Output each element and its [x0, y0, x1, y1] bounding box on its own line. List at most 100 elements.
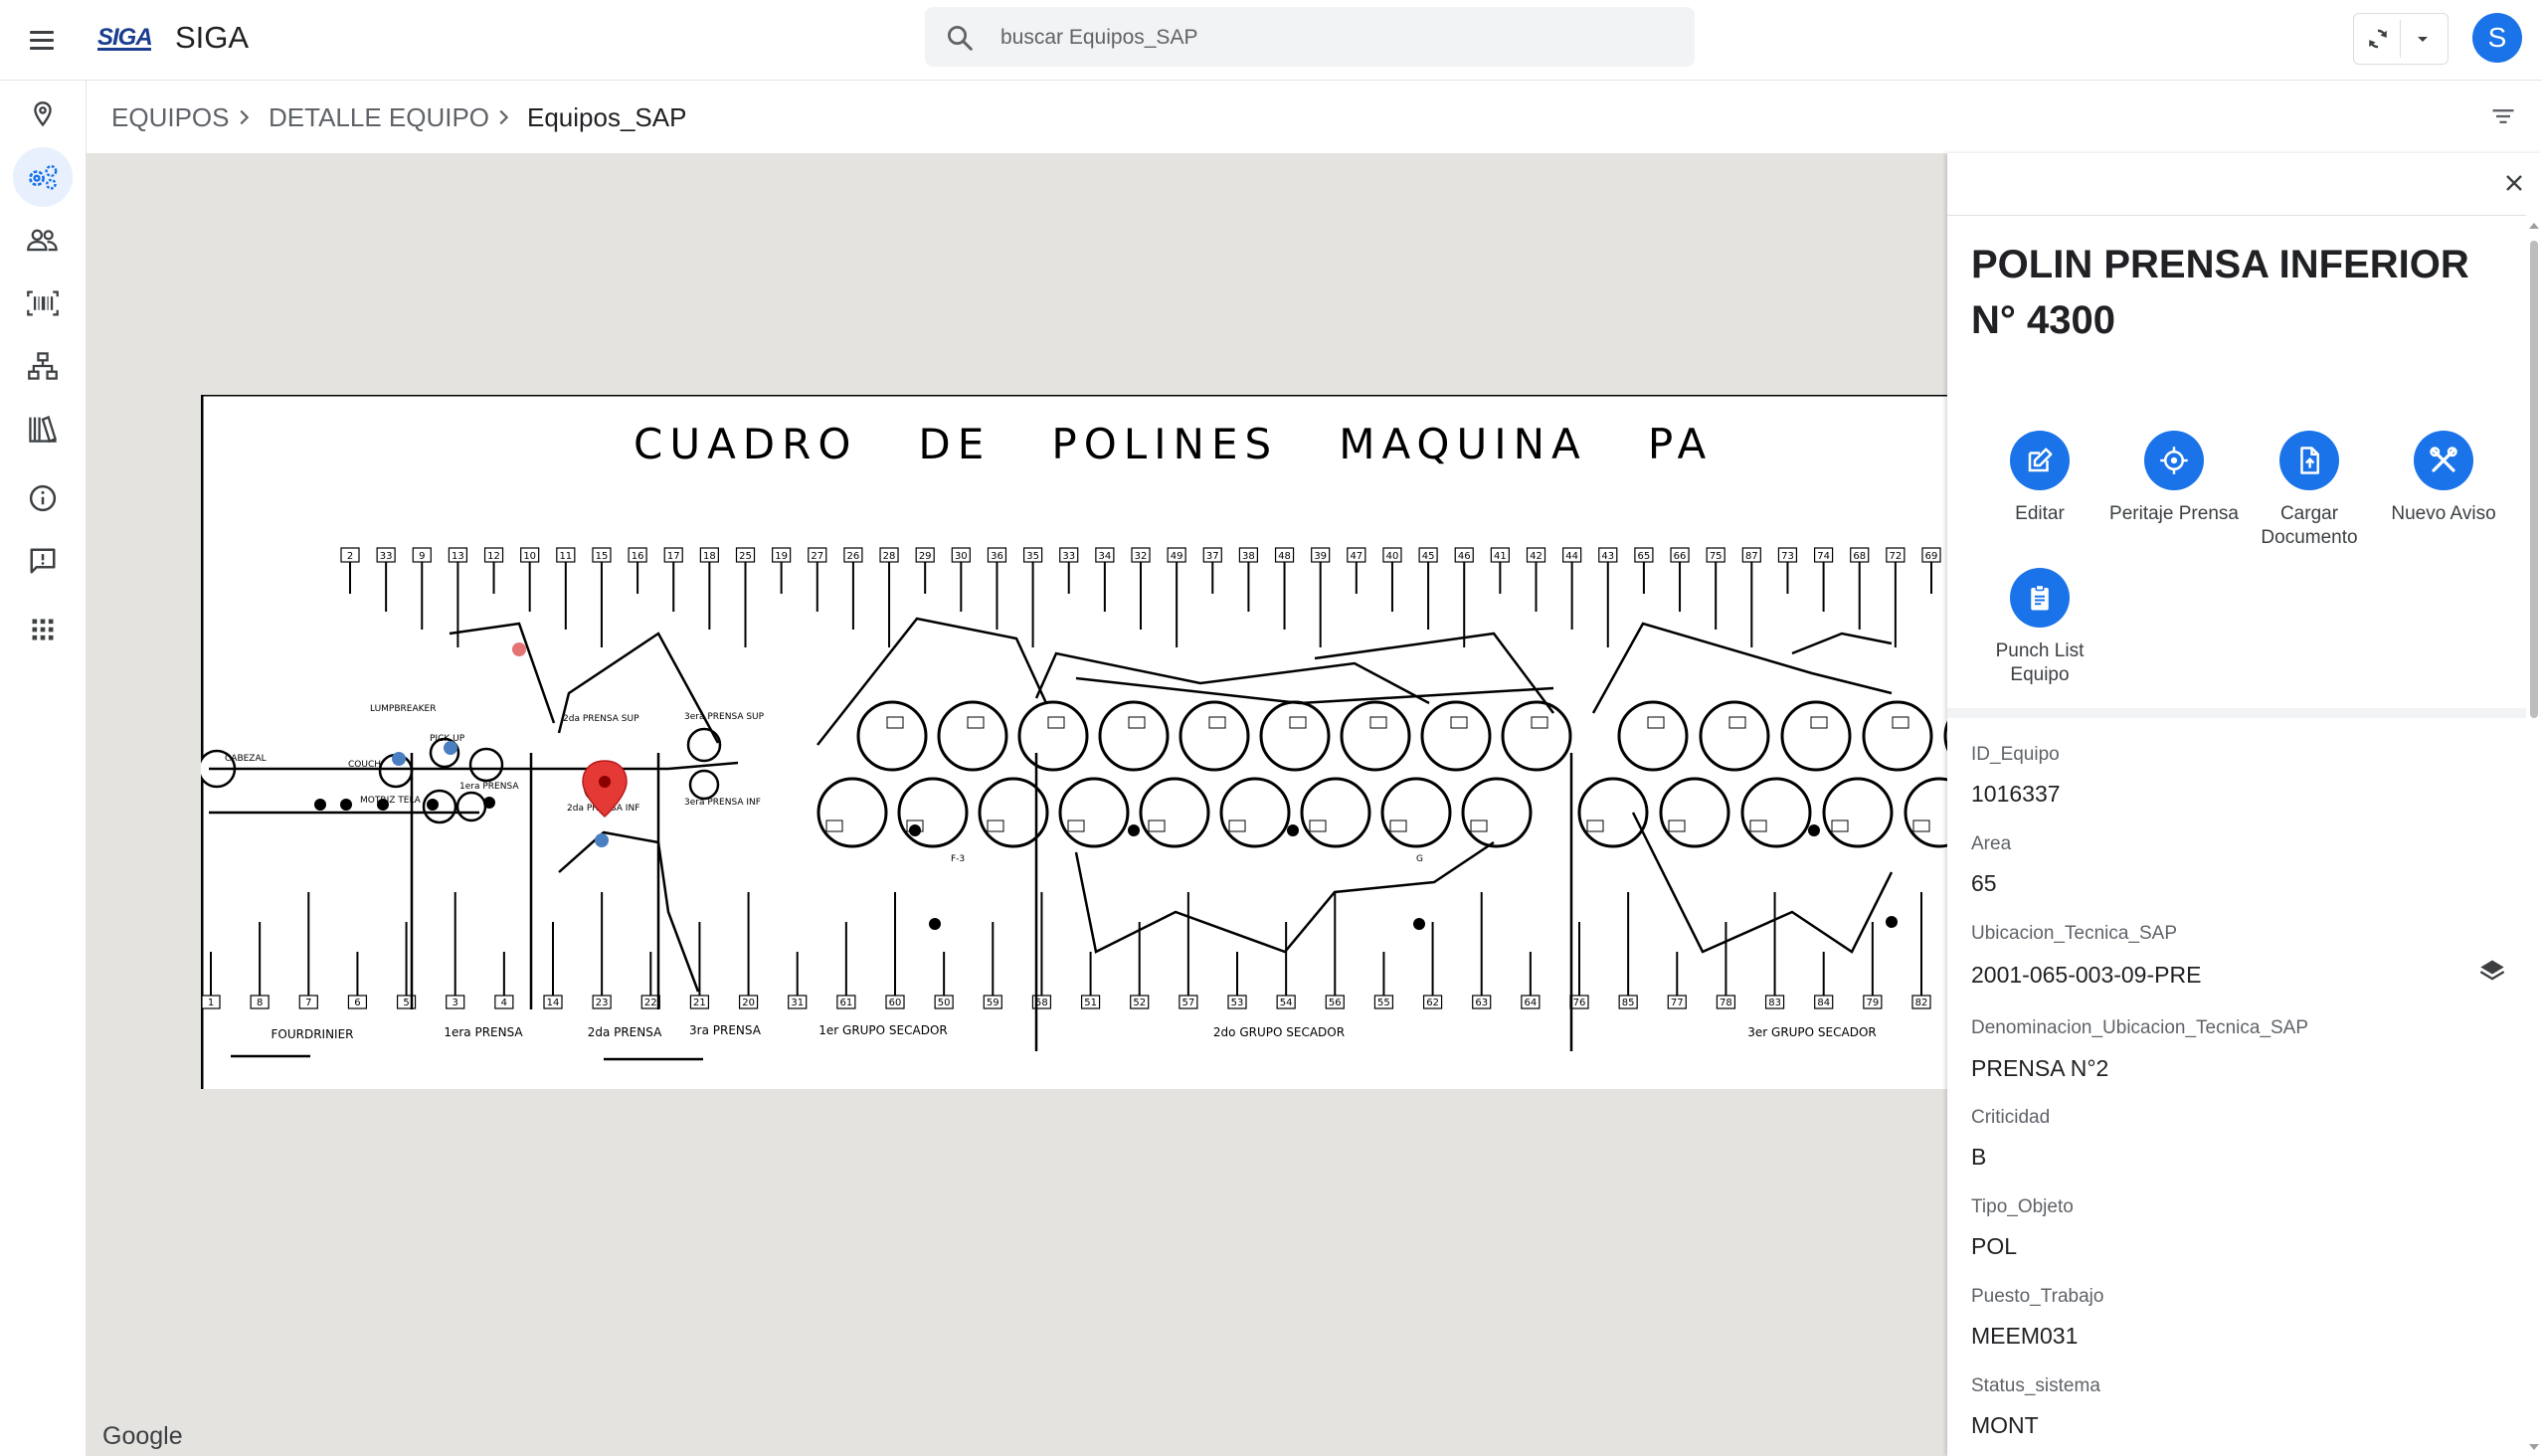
gears-icon	[29, 165, 58, 190]
svg-text:11: 11	[559, 551, 572, 562]
dryer-tag	[1892, 716, 1909, 729]
svg-text:5: 5	[403, 998, 409, 1008]
cargar-documento-button[interactable]: Cargar Documento	[2240, 431, 2379, 550]
press-roll	[688, 769, 720, 801]
svg-text:38: 38	[1242, 551, 1255, 562]
roll-number-tag: 49	[1167, 547, 1186, 647]
dryer-tag	[1389, 819, 1407, 832]
tools-icon	[2414, 431, 2473, 490]
svg-text:26: 26	[847, 551, 860, 562]
svg-text:27: 27	[811, 551, 823, 562]
roll-number-tag: 56	[1325, 892, 1345, 1009]
dryer-tag	[1289, 716, 1307, 729]
equipment-marker[interactable]	[444, 741, 457, 755]
roll-number-tag: 19	[772, 547, 792, 594]
breadcrumb-detalle-equipo[interactable]: DETALLE EQUIPO	[269, 102, 489, 133]
roll-number-tag: 50	[934, 952, 954, 1009]
roll-number-tag: 78	[1716, 922, 1736, 1009]
dryer-roll	[856, 700, 928, 772]
roll-number-tag: 84	[1814, 952, 1834, 1009]
dryer-tag	[1047, 716, 1065, 729]
svg-text:85: 85	[1622, 998, 1635, 1008]
nav-barcode[interactable]	[13, 273, 73, 333]
chevron-right-icon	[499, 109, 509, 125]
svg-text:75: 75	[1710, 551, 1723, 562]
svg-text:6: 6	[354, 998, 360, 1008]
menu-icon[interactable]	[20, 18, 64, 62]
nav-users[interactable]	[13, 211, 73, 271]
dryer-roll	[897, 777, 969, 848]
avatar[interactable]: S	[2472, 13, 2522, 63]
equipment-marker[interactable]	[595, 833, 609, 847]
roll-number-tag: 44	[1562, 547, 1582, 630]
equipment-marker[interactable]	[392, 752, 406, 766]
dryer-roll	[1577, 777, 1649, 848]
roll-number-tag: 41	[1490, 547, 1510, 594]
svg-text:16: 16	[632, 551, 644, 562]
roll-number-tag: 48	[1274, 547, 1295, 630]
nav-map[interactable]	[13, 85, 73, 144]
svg-text:39: 39	[1314, 551, 1327, 562]
panel-scrollbar[interactable]	[2526, 221, 2542, 1456]
roll-number-tag: 60	[885, 892, 905, 1009]
layers-icon[interactable]	[2478, 957, 2506, 985]
punch-list-equipo-button[interactable]: Punch List Equipo	[1970, 568, 2109, 687]
nav-hierarchy[interactable]	[13, 336, 73, 396]
scroll-thumb[interactable]	[2530, 241, 2538, 718]
scroll-down-icon[interactable]	[2528, 1442, 2540, 1452]
roll-number-tag: 35	[1022, 547, 1043, 647]
polines-diagram[interactable]: CUADRO DE POLINES MAQUINA PA 2 33 9 13 12 10 1…	[201, 395, 1947, 1089]
dryer-roll	[1822, 777, 1894, 848]
dryer-roll	[1380, 777, 1452, 848]
dryer-tag	[1531, 716, 1548, 729]
nav-equipos[interactable]	[13, 147, 73, 207]
app-title: SIGA	[175, 20, 250, 55]
nav-library[interactable]	[13, 399, 73, 458]
roll-number-tag: 53	[1227, 952, 1247, 1009]
roll-number-tag: 9	[412, 547, 432, 630]
equipment-marker[interactable]	[512, 642, 526, 656]
logo-underline	[97, 48, 151, 51]
dryer-roll	[1340, 700, 1411, 772]
field-label: Puesto_Trabajo	[1971, 1286, 2104, 1307]
field-value: B	[1971, 1144, 1987, 1170]
roll-number-tag: 62	[1422, 922, 1443, 1009]
nav-feedback[interactable]	[13, 531, 73, 591]
dryer-roll	[1058, 777, 1130, 848]
roll-number-tag: 64	[1521, 952, 1541, 1009]
roll-number-tag: 37	[1202, 547, 1222, 594]
nav-apps[interactable]	[13, 600, 73, 659]
dryer-tag	[1228, 819, 1246, 832]
editar-button[interactable]: Editar	[1970, 431, 2109, 526]
svg-text:18: 18	[703, 551, 716, 562]
field-label: Ubicacion_Tecnica_SAP	[1971, 923, 2178, 944]
roll-number-tag: 31	[788, 952, 808, 1009]
hierarchy-icon	[28, 352, 58, 380]
navigation-rail	[0, 81, 87, 1456]
search-input[interactable]	[999, 19, 1659, 57]
dryer-roll	[1699, 700, 1770, 772]
diagram-label: F-3	[951, 854, 965, 864]
roll-number-tag: 52	[1130, 922, 1150, 1009]
scroll-up-icon[interactable]	[2528, 221, 2540, 231]
breadcrumb-equipos[interactable]: EQUIPOS	[111, 102, 229, 133]
svg-text:79: 79	[1866, 998, 1879, 1008]
nav-info[interactable]	[13, 468, 73, 528]
field-label: Denominacion_Ubicacion_Tecnica_SAP	[1971, 1017, 2309, 1038]
sync-icon[interactable]	[2364, 25, 2392, 53]
roll-number-tag: 63	[1472, 892, 1492, 1009]
roll-number-tag: 2	[340, 547, 360, 594]
close-icon[interactable]	[2502, 171, 2526, 195]
roll-number-tag: 32	[1131, 547, 1151, 630]
svg-text:14: 14	[547, 998, 560, 1008]
svg-text:33: 33	[380, 551, 393, 562]
svg-text:13: 13	[452, 551, 464, 562]
filter-icon[interactable]	[2489, 104, 2517, 128]
peritaje-prensa-button[interactable]: Peritaje Prensa	[2104, 431, 2244, 526]
svg-text:63: 63	[1475, 998, 1488, 1008]
section-label: FOURDRINIER	[271, 1027, 353, 1041]
nuevo-aviso-button[interactable]: Nuevo Aviso	[2374, 431, 2513, 526]
roll-number-tag: 1	[201, 952, 221, 1009]
search-icon[interactable]	[945, 23, 975, 53]
chevron-down-icon[interactable]	[2410, 27, 2436, 51]
